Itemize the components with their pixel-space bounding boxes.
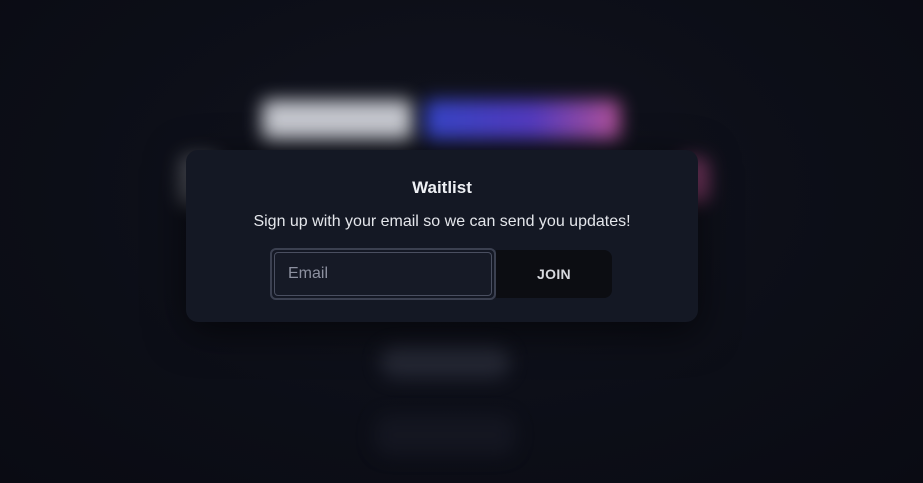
blurred-secondary-block bbox=[375, 415, 515, 455]
waitlist-modal: Waitlist Sign up with your email so we c… bbox=[186, 150, 698, 322]
blurred-button bbox=[380, 346, 510, 378]
modal-subtitle: Sign up with your email so we can send y… bbox=[253, 213, 631, 230]
email-field-focus-ring bbox=[270, 248, 496, 300]
email-input[interactable] bbox=[274, 252, 492, 296]
blurred-gradient-headline bbox=[425, 100, 620, 140]
blurred-headline-text bbox=[262, 100, 412, 140]
join-button[interactable]: JOIN bbox=[496, 250, 612, 298]
modal-title: Waitlist bbox=[412, 178, 472, 197]
